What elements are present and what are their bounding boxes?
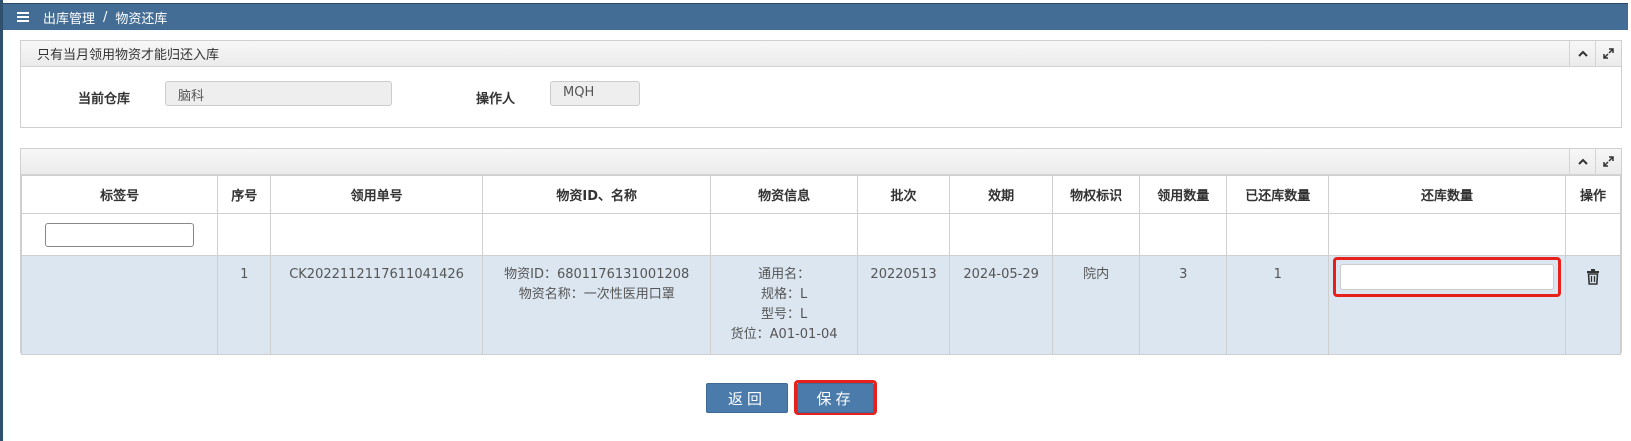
info-panel-header: 只有当月领用物资才能归还入库	[21, 41, 1621, 67]
col-header-tag[interactable]: 标签号	[20, 175, 219, 214]
col-header-returned-qty[interactable]: 已还库数量	[1226, 175, 1330, 214]
return-qty-highlight	[1333, 257, 1562, 297]
warehouse-label: 当前仓库	[78, 92, 131, 107]
material-id: 物资ID：6801176131001208	[504, 267, 690, 282]
cell-expiry: 2024-05-29	[949, 255, 1053, 355]
filter-row	[20, 213, 1622, 256]
table-panel-header	[21, 149, 1621, 175]
warehouse-field: 脑科	[165, 81, 392, 106]
breadcrumb-separator: /	[103, 9, 108, 25]
operator-field: MQH	[550, 81, 640, 106]
breadcrumb-parent[interactable]: 出库管理	[43, 8, 95, 27]
operator-label: 操作人	[476, 92, 516, 107]
return-qty-input[interactable]	[1340, 264, 1555, 290]
top-bar: 出库管理 / 物资还库	[3, 3, 1628, 30]
save-button[interactable]: 保存	[797, 383, 874, 413]
expand-icon[interactable]	[1595, 41, 1621, 66]
cell-order-no: CK2022112117611041426	[270, 255, 483, 355]
cell-return-qty	[1328, 255, 1566, 355]
breadcrumb-current: 物资还库	[115, 11, 168, 27]
col-header-ownership[interactable]: 物权标识	[1051, 175, 1141, 214]
table-header-row: 标签号 序号 领用单号 物资ID、名称 物资信息 批次 效期 物权标识 领用数量…	[20, 175, 1622, 214]
cell-ownership: 院内	[1051, 255, 1141, 355]
col-header-order-no[interactable]: 领用单号	[270, 175, 483, 214]
cell-issued-qty: 3	[1139, 255, 1228, 355]
collapse-icon[interactable]	[1569, 149, 1595, 174]
table-row[interactable]: 1 CK2022112117611041426 物资ID：68011761310…	[20, 255, 1622, 355]
cell-index: 1	[217, 255, 272, 355]
material-name: 物资名称：一次性医用口罩	[518, 287, 675, 302]
menu-icon[interactable]	[17, 12, 31, 22]
expand-icon[interactable]	[1595, 149, 1621, 174]
cell-returned-qty: 1	[1226, 255, 1330, 355]
col-header-info[interactable]: 物资信息	[710, 175, 858, 214]
table-panel: 标签号 序号 领用单号 物资ID、名称 物资信息 批次 效期 物权标识 领用数量…	[20, 148, 1622, 355]
info-spec: 规格：L	[760, 287, 808, 302]
collapse-icon[interactable]	[1569, 41, 1595, 66]
info-common-name: 通用名：	[758, 267, 811, 282]
col-header-issued-qty[interactable]: 领用数量	[1139, 175, 1228, 214]
return-table: 标签号 序号 领用单号 物资ID、名称 物资信息 批次 效期 物权标识 领用数量…	[20, 175, 1622, 355]
cell-tag	[20, 255, 219, 355]
info-location: 货位：A01-01-04	[730, 327, 838, 342]
info-model: 型号：L	[760, 307, 808, 322]
col-header-batch[interactable]: 批次	[856, 175, 951, 214]
trash-icon[interactable]	[1586, 269, 1600, 292]
col-header-expiry[interactable]: 效期	[949, 175, 1053, 214]
tag-filter-input[interactable]	[45, 222, 195, 247]
cell-action	[1564, 255, 1622, 355]
cell-batch: 20220513	[856, 255, 951, 355]
info-panel-title: 只有当月领用物资才能归还入库	[37, 48, 220, 63]
col-header-action: 操作	[1564, 175, 1622, 214]
col-header-return-qty[interactable]: 还库数量	[1328, 175, 1566, 214]
col-header-material[interactable]: 物资ID、名称	[481, 175, 712, 214]
cell-info: 通用名： 规格：L 型号：L 货位：A01-01-04	[710, 255, 858, 355]
info-fields: 当前仓库 脑科 操作人 MQH	[21, 67, 1621, 130]
filter-cell	[20, 213, 219, 256]
info-panel: 只有当月领用物资才能归还入库 当前仓库 脑科 操作人 MQH	[20, 40, 1622, 128]
cell-material: 物资ID：6801176131001208 物资名称：一次性医用口罩	[481, 255, 712, 355]
col-header-index[interactable]: 序号	[217, 175, 272, 214]
back-button[interactable]: 返回	[706, 383, 788, 413]
